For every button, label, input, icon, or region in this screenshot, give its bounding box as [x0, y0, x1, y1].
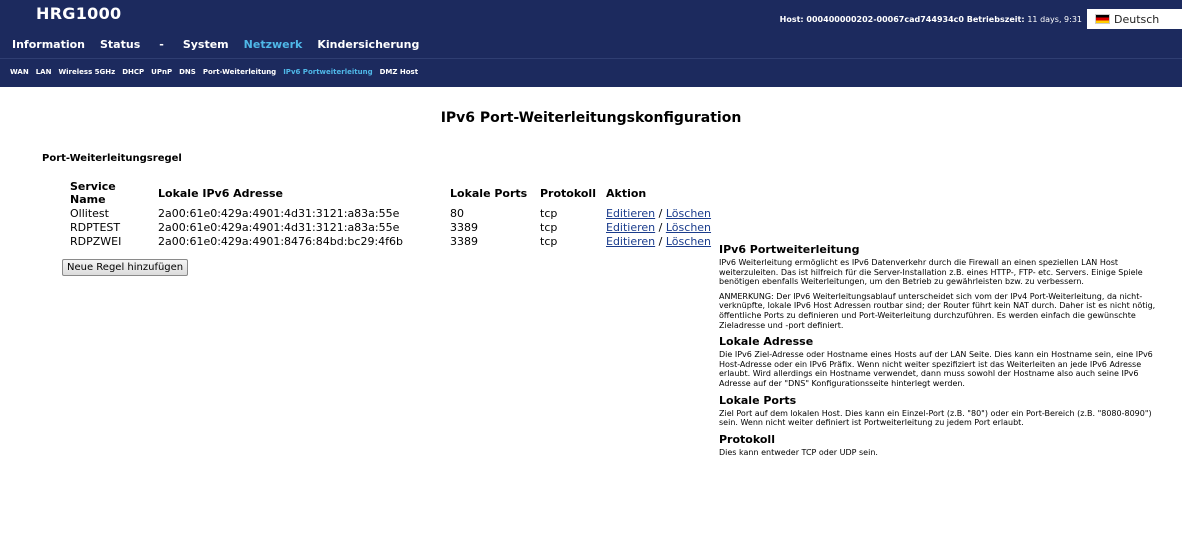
header-action: Aktion: [606, 186, 647, 200]
cell-service: Ollitest: [70, 206, 109, 220]
table-row: RDPTEST 2a00:61e0:429a:4901:4d31:3121:a8…: [70, 220, 719, 234]
nav-information[interactable]: Information: [12, 38, 85, 51]
uptime-label: Betriebszeit:: [966, 15, 1025, 24]
forwarding-rules-table: Service Name Lokale IPv6 Adresse Lokale …: [70, 180, 719, 248]
action-separator: /: [658, 234, 663, 248]
main-nav: Information Status - System Netzwerk Kin…: [12, 38, 434, 51]
cell-ports: 3389: [450, 220, 478, 234]
subnav-dns[interactable]: DNS: [179, 68, 196, 76]
help-heading-protocol: Protokoll: [719, 432, 775, 446]
subnav-port-weiterleitung[interactable]: Port-Weiterleitung: [203, 68, 276, 76]
delete-link[interactable]: Löschen: [666, 221, 711, 234]
cell-address: 2a00:61e0:429a:4901:8476:84bd:bc29:4f6b: [158, 234, 404, 248]
nav-system[interactable]: System: [183, 38, 229, 51]
header-local-address: Lokale IPv6 Adresse: [158, 186, 284, 200]
language-selector[interactable]: Deutsch: [1087, 9, 1182, 29]
action-separator: /: [658, 220, 663, 234]
help-panel: IPv6 Portweiterleitung IPv6 Weiterleitun…: [719, 243, 1159, 462]
table-header-row: Service Name Lokale IPv6 Adresse Lokale …: [70, 180, 719, 206]
host-value: 000400000202-00067cad744934c0: [806, 15, 964, 24]
help-heading-ipv6-forwarding: IPv6 Portweiterleitung: [719, 243, 860, 256]
cell-address: 2a00:61e0:429a:4901:4d31:3121:a83a:55e: [158, 220, 400, 234]
subnav-wireless-5ghz[interactable]: Wireless 5GHz: [58, 68, 115, 76]
nav-separator: -: [159, 38, 164, 51]
host-info: Host: 000400000202-00067cad744934c0 Betr…: [780, 15, 1082, 24]
help-heading-local-ports: Lokale Ports: [719, 393, 797, 407]
help-text: Dies kann entweder TCP oder UDP sein.: [719, 447, 878, 457]
host-label: Host:: [779, 15, 804, 24]
brand-title: HRG1000: [36, 4, 122, 23]
header-local-ports: Lokale Ports: [450, 186, 528, 200]
section-title: Port-Weiterleitungsregel: [42, 153, 182, 164]
header-bar: HRG1000 Host: 000400000202-00067cad74493…: [0, 0, 1182, 58]
german-flag-icon: [1095, 14, 1110, 24]
cell-protocol: tcp: [540, 220, 558, 234]
subnav-lan[interactable]: LAN: [36, 68, 52, 76]
sub-nav: WAN LAN Wireless 5GHz DHCP UPnP DNS Port…: [0, 58, 1182, 87]
cell-action: Editieren / Löschen: [606, 234, 719, 248]
nav-netzwerk[interactable]: Netzwerk: [244, 38, 303, 51]
delete-link[interactable]: Löschen: [666, 207, 711, 220]
subnav-wan[interactable]: WAN: [10, 68, 29, 76]
page-title: IPv6 Port-Weiterleitungskonfiguration: [440, 110, 742, 126]
cell-ports: 80: [450, 206, 464, 220]
cell-protocol: tcp: [540, 234, 558, 248]
action-separator: /: [658, 206, 663, 220]
uptime-value: 11 days, 9:31: [1027, 15, 1082, 24]
subnav-dmz-host[interactable]: DMZ Host: [380, 68, 418, 76]
edit-link[interactable]: Editieren: [606, 207, 655, 220]
language-label: Deutsch: [1114, 12, 1160, 26]
cell-ports: 3389: [450, 234, 478, 248]
cell-action: Editieren / Löschen: [606, 206, 719, 220]
cell-action: Editieren / Löschen: [606, 220, 719, 234]
table-row: RDPZWEI 2a00:61e0:429a:4901:8476:84bd:bc…: [70, 234, 719, 248]
subnav-upnp[interactable]: UPnP: [151, 68, 172, 76]
help-text: ANMERKUNG: Der IPv6 Weiterleitungsablauf…: [719, 291, 1156, 330]
add-rule-button[interactable]: Neue Regel hinzufügen: [62, 259, 189, 276]
delete-link[interactable]: Löschen: [666, 235, 711, 248]
help-text: Ziel Port auf dem lokalen Host. Dies kan…: [719, 408, 1152, 428]
help-text: IPv6 Weiterleitung ermöglicht es IPv6 Da…: [719, 258, 1143, 287]
cell-service: RDPZWEI: [70, 234, 122, 248]
subnav-ipv6-portweiterleitung[interactable]: IPv6 Portweiterleitung: [283, 68, 372, 76]
header-protocol: Protokoll: [540, 186, 596, 200]
edit-link[interactable]: Editieren: [606, 235, 655, 248]
header-service-name: Service Name: [70, 180, 116, 206]
cell-address: 2a00:61e0:429a:4901:4d31:3121:a83a:55e: [158, 206, 400, 220]
help-text: Die IPv6 Ziel-Adresse oder Hostname eine…: [719, 350, 1153, 388]
nav-status[interactable]: Status: [100, 38, 140, 51]
nav-kindersicherung[interactable]: Kindersicherung: [317, 38, 419, 51]
edit-link[interactable]: Editieren: [606, 221, 655, 234]
table-row: Ollitest 2a00:61e0:429a:4901:4d31:3121:a…: [70, 206, 719, 220]
cell-protocol: tcp: [540, 206, 558, 220]
help-heading-local-address: Lokale Adresse: [719, 335, 814, 349]
subnav-dhcp[interactable]: DHCP: [122, 68, 144, 76]
cell-service: RDPTEST: [70, 220, 121, 234]
